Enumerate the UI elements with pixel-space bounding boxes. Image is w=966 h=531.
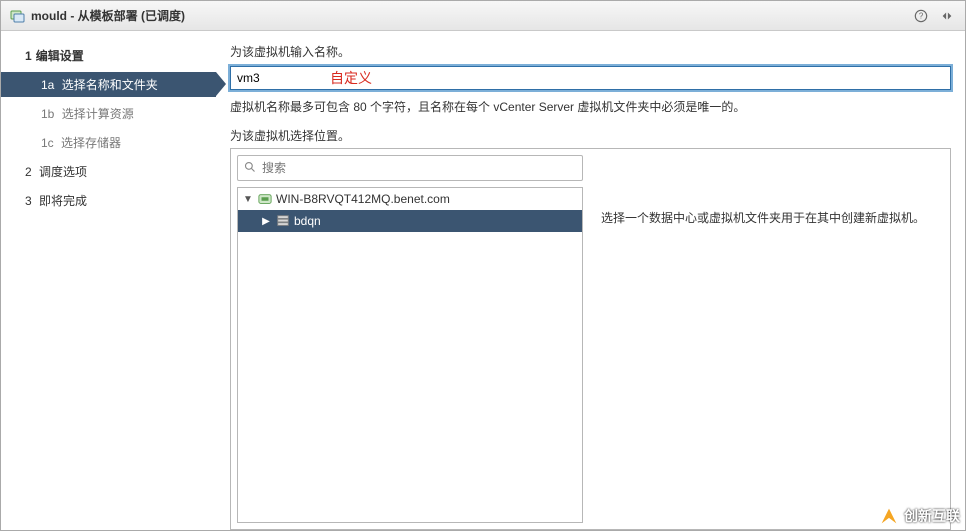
watermark-text: 创新互联: [904, 506, 960, 526]
search-input[interactable]: [262, 161, 576, 175]
location-tree[interactable]: ▼ WIN-B8RVQT412MQ.benet.com ▶: [237, 187, 583, 523]
app-icon: [9, 8, 25, 24]
dialog-title: mould - 从模板部署 (已调度): [31, 7, 185, 24]
expand-icon[interactable]: [937, 6, 957, 26]
titlebar: mould - 从模板部署 (已调度) ?: [1, 1, 965, 31]
tree-node-vcenter[interactable]: ▼ WIN-B8RVQT412MQ.benet.com: [238, 188, 582, 210]
location-hint-panel: 选择一个数据中心或虚拟机文件夹用于在其中创建新虚拟机。: [589, 148, 951, 530]
location-label: 为该虚拟机选择位置。: [230, 127, 951, 144]
tree-node-label: WIN-B8RVQT412MQ.benet.com: [276, 192, 450, 206]
main-panel: 为该虚拟机输入名称。 自定义 虚拟机名称最多可包含 80 个字符，且名称在每个 …: [216, 31, 965, 530]
step-ready-complete[interactable]: 3 即将完成: [1, 188, 216, 213]
vcenter-icon: [258, 192, 272, 206]
search-icon: [244, 161, 256, 176]
dialog-window: mould - 从模板部署 (已调度) ? 1编辑设置 1a 选择名称和文件夹 …: [0, 0, 966, 531]
location-hint-text: 选择一个数据中心或虚拟机文件夹用于在其中创建新虚拟机。: [601, 211, 925, 225]
vm-name-label: 为该虚拟机输入名称。: [230, 43, 951, 60]
content-area: 1编辑设置 1a 选择名称和文件夹 1b 选择计算资源 1c 选择存储器 2 调…: [1, 31, 965, 530]
step-edit-settings[interactable]: 1编辑设置: [1, 43, 216, 68]
step-select-name-folder[interactable]: 1a 选择名称和文件夹: [1, 72, 216, 97]
wizard-steps-sidebar: 1编辑设置 1a 选择名称和文件夹 1b 选择计算资源 1c 选择存储器 2 调…: [1, 31, 216, 530]
step-schedule-options[interactable]: 2 调度选项: [1, 159, 216, 184]
datacenter-icon: [276, 214, 290, 228]
search-box[interactable]: [237, 155, 583, 181]
step-select-storage[interactable]: 1c 选择存储器: [1, 130, 216, 155]
vm-name-hint: 虚拟机名称最多可包含 80 个字符，且名称在每个 vCenter Server …: [230, 98, 951, 115]
watermark: 创新互联: [878, 505, 960, 527]
vm-name-input-wrap: 自定义: [230, 66, 951, 90]
help-icon[interactable]: ?: [911, 6, 931, 26]
svg-text:?: ?: [919, 11, 924, 20]
tree-node-datacenter[interactable]: ▶ bdqn: [238, 210, 582, 232]
step-select-compute[interactable]: 1b 选择计算资源: [1, 101, 216, 126]
chevron-down-icon[interactable]: ▼: [242, 194, 254, 205]
vm-name-input[interactable]: [230, 66, 951, 90]
chevron-right-icon[interactable]: ▶: [260, 216, 272, 227]
location-tree-panel: ▼ WIN-B8RVQT412MQ.benet.com ▶: [230, 148, 590, 530]
watermark-icon: [878, 505, 900, 527]
tree-node-label: bdqn: [294, 214, 321, 228]
